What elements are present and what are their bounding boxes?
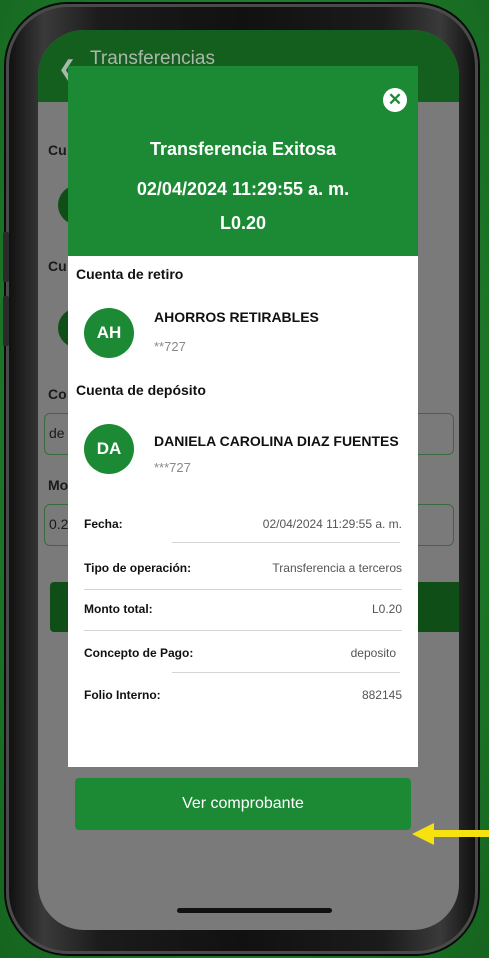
deposit-account-name: DANIELA CAROLINA DIAZ FUENTES — [154, 433, 399, 449]
detail-row: Folio Interno: 882145 — [84, 688, 402, 708]
phone-frame: ❮ Transferencias Cu Cu Co de Mo 0.2 ✕ Tr… — [3, 4, 478, 954]
detail-label: Folio Interno: — [84, 688, 161, 702]
detail-row: Tipo de operación: Transferencia a terce… — [84, 561, 402, 581]
bg-label: Co — [48, 386, 67, 402]
volume-up-button — [3, 232, 9, 282]
detail-value: 02/04/2024 11:29:55 a. m. — [262, 517, 402, 531]
transfer-amount: L0.20 — [219, 213, 267, 233]
deposit-avatar: DA — [84, 424, 134, 474]
detail-label: Fecha: — [84, 517, 123, 531]
withdraw-avatar: AH — [84, 308, 134, 358]
bg-label: Cu — [48, 142, 67, 158]
detail-row: Fecha: 02/04/2024 11:29:55 a. m. — [84, 517, 402, 537]
withdraw-account-name: AHORROS RETIRABLES — [154, 309, 319, 325]
detail-row: Concepto de Pago: deposito — [84, 646, 402, 666]
detail-row: Monto total: L0.20 — [84, 602, 402, 622]
withdraw-section-title: Cuenta de retiro — [76, 266, 184, 282]
divider — [172, 672, 400, 673]
withdraw-account-number: **727 — [154, 339, 186, 354]
modal-header: ✕ Transferencia Exitosa 02/04/2024 11:29… — [68, 66, 418, 256]
detail-label: Concepto de Pago: — [84, 646, 194, 660]
divider — [84, 589, 402, 590]
phone-screen: ❮ Transferencias Cu Cu Co de Mo 0.2 ✕ Tr… — [38, 30, 459, 930]
annotation-arrow-shaft — [432, 830, 489, 837]
close-icon[interactable]: ✕ — [383, 88, 407, 112]
bg-field-value: de — [49, 425, 65, 441]
transfer-datetime: 02/04/2024 11:29:55 a. m. — [136, 179, 350, 199]
divider — [84, 630, 402, 631]
bg-label: Mo — [48, 477, 69, 493]
annotation-arrow-icon — [412, 823, 434, 845]
detail-value: L0.20 — [371, 602, 402, 616]
deposit-section-title: Cuenta de depósito — [76, 382, 206, 398]
detail-value: Transferencia a terceros — [272, 561, 402, 575]
divider — [172, 542, 400, 543]
detail-label: Monto total: — [84, 602, 153, 616]
bg-field-value: 0.2 — [49, 516, 69, 532]
bg-label: Cu — [48, 258, 67, 274]
detail-value: deposito — [350, 646, 396, 660]
detail-label: Tipo de operación: — [84, 561, 192, 575]
home-indicator — [177, 908, 332, 913]
view-receipt-button[interactable]: Ver comprobante — [75, 778, 411, 830]
detail-value: 882145 — [361, 688, 402, 702]
status-title: Transferencia Exitosa — [149, 139, 337, 159]
deposit-account-number: ***727 — [154, 460, 191, 475]
volume-down-button — [3, 296, 9, 346]
transfer-success-modal: ✕ Transferencia Exitosa 02/04/2024 11:29… — [68, 66, 418, 767]
